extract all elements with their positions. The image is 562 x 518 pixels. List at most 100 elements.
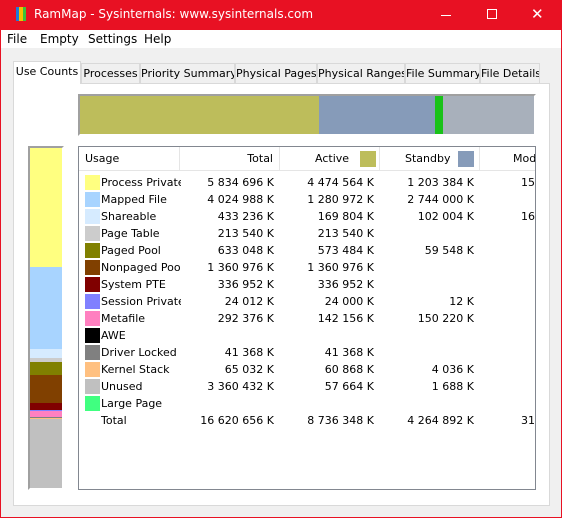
row-color-swatch bbox=[85, 209, 100, 224]
table-row[interactable]: Kernel Stack 65 032 K 60 868 K 4 036 K bbox=[79, 361, 535, 378]
table-row[interactable]: System PTE 336 952 K 336 952 K bbox=[79, 276, 535, 293]
tab-file-summary[interactable]: File Summary bbox=[405, 63, 480, 84]
row-color-swatch bbox=[85, 294, 100, 309]
row-standby-value bbox=[380, 276, 474, 293]
row-modified-value: 15 bbox=[521, 176, 535, 189]
row-modified-value bbox=[480, 378, 535, 395]
row-usage-label: Nonpaged Pool bbox=[101, 261, 181, 274]
row-active-value bbox=[280, 327, 374, 344]
minimize-icon bbox=[441, 15, 451, 16]
summary-segment-other bbox=[443, 96, 534, 134]
row-color-swatch bbox=[85, 362, 100, 377]
table-row[interactable]: Metafile 292 376 K 142 156 K 150 220 K bbox=[79, 310, 535, 327]
summary-segment-active bbox=[80, 96, 319, 134]
row-total-value: 433 236 K bbox=[217, 210, 274, 223]
row-total-value: 3 360 432 K bbox=[207, 380, 274, 393]
table-row[interactable]: Session Private 24 012 K 24 000 K 12 K bbox=[79, 293, 535, 310]
tab-processes[interactable]: Processes bbox=[81, 63, 140, 84]
row-standby-value bbox=[380, 395, 474, 412]
tab-priority-summary[interactable]: Priority Summary bbox=[140, 63, 235, 84]
row-usage-label: AWE bbox=[101, 329, 126, 342]
tab-file-details[interactable]: File Details bbox=[480, 63, 540, 84]
menu-bar: File Empty Settings Help bbox=[1, 30, 561, 49]
table-row[interactable]: Process Private 5 834 696 K 4 474 564 K 1 2… bbox=[79, 174, 535, 191]
row-active-value: 142 156 K bbox=[317, 312, 374, 325]
row-usage-label: Driver Locked bbox=[101, 346, 177, 359]
row-usage-label: Shareable bbox=[101, 210, 157, 223]
minimize-button[interactable] bbox=[423, 1, 469, 30]
window-title: RamMap - Sysinternals: www.sysinternals.… bbox=[34, 7, 314, 21]
menu-empty[interactable]: Empty bbox=[40, 32, 79, 46]
row-active-value: 57 664 K bbox=[324, 380, 374, 393]
row-usage-label: Metafile bbox=[101, 312, 146, 325]
row-standby-value: 102 004 K bbox=[417, 210, 474, 223]
row-total-value bbox=[180, 395, 274, 412]
table-row[interactable]: Total 16 620 656 K 8 736 348 K 4 264 892 K 3… bbox=[79, 412, 535, 429]
row-standby-value bbox=[380, 344, 474, 361]
row-standby-value bbox=[380, 327, 474, 344]
list-header: Usage Total Active Standby Modifie bbox=[79, 147, 535, 171]
tab-physical-pages[interactable]: Physical Pages bbox=[235, 63, 317, 84]
row-usage-label: Page Table bbox=[101, 227, 160, 240]
use-counts-panel: Usage Total Active Standby Modifie Proce… bbox=[13, 83, 550, 506]
use-counts-list[interactable]: Usage Total Active Standby Modifie Proce… bbox=[78, 146, 536, 490]
column-active-header[interactable]: Active bbox=[280, 147, 380, 171]
row-active-value: 1 280 972 K bbox=[307, 193, 374, 206]
column-usage[interactable]: Usage bbox=[79, 147, 180, 171]
row-standby-value bbox=[380, 225, 474, 242]
tab-physical-ranges[interactable]: Physical Ranges bbox=[317, 63, 405, 84]
row-color-swatch bbox=[85, 260, 100, 275]
table-row[interactable]: Large Page bbox=[79, 395, 535, 412]
close-icon: ✕ bbox=[531, 5, 544, 23]
menu-help[interactable]: Help bbox=[144, 32, 171, 46]
row-active-value: 60 868 K bbox=[324, 363, 374, 376]
row-usage-label: Unused bbox=[101, 380, 143, 393]
row-modified-value: 16 bbox=[521, 210, 535, 223]
vbar-segment bbox=[30, 375, 62, 403]
row-modified-value bbox=[480, 293, 535, 310]
row-total-value: 4 024 988 K bbox=[207, 193, 274, 206]
summary-segment-modified bbox=[435, 96, 443, 134]
row-modified-value bbox=[480, 361, 535, 378]
column-standby-header[interactable]: Standby bbox=[380, 147, 480, 171]
table-row[interactable]: Paged Pool 633 048 K 573 484 K 59 548 K bbox=[79, 242, 535, 259]
row-total-value: 16 620 656 K bbox=[200, 414, 274, 427]
row-color-swatch bbox=[85, 328, 100, 343]
table-row[interactable]: Driver Locked 41 368 K 41 368 K bbox=[79, 344, 535, 361]
vbar-segment bbox=[30, 403, 62, 410]
row-modified-value bbox=[480, 225, 535, 242]
row-active-value: 336 952 K bbox=[317, 278, 374, 291]
row-active-value bbox=[280, 395, 374, 412]
row-standby-value: 150 220 K bbox=[417, 312, 474, 325]
memory-summary-bar bbox=[78, 94, 536, 136]
table-row[interactable]: Mapped File 4 024 988 K 1 280 972 K 2 744 0… bbox=[79, 191, 535, 208]
title-bar[interactable]: RamMap - Sysinternals: www.sysinternals.… bbox=[1, 1, 561, 30]
row-total-value: 24 012 K bbox=[224, 295, 274, 308]
table-row[interactable]: Page Table 213 540 K 213 540 K bbox=[79, 225, 535, 242]
row-total-value: 5 834 696 K bbox=[207, 176, 274, 189]
table-row[interactable]: Nonpaged Pool 1 360 976 K 1 360 976 K bbox=[79, 259, 535, 276]
tab-use-counts[interactable]: Use Counts bbox=[13, 61, 81, 84]
table-row[interactable]: AWE bbox=[79, 327, 535, 344]
table-row[interactable]: Shareable 433 236 K 169 804 K 102 004 K 16 bbox=[79, 208, 535, 225]
standby-legend-swatch bbox=[458, 151, 474, 167]
maximize-button[interactable] bbox=[469, 1, 515, 30]
column-modified[interactable]: Modifie bbox=[480, 147, 535, 171]
row-modified-value bbox=[480, 191, 535, 208]
table-row[interactable]: Unused 3 360 432 K 57 664 K 1 688 K bbox=[79, 378, 535, 395]
row-usage-label: Session Private bbox=[101, 295, 181, 308]
rammap-window: RamMap - Sysinternals: www.sysinternals.… bbox=[0, 0, 562, 518]
row-color-swatch bbox=[85, 175, 100, 190]
row-color-swatch bbox=[85, 243, 100, 258]
row-standby-value: 1 203 384 K bbox=[407, 176, 474, 189]
close-button[interactable]: ✕ bbox=[515, 1, 561, 30]
column-total[interactable]: Total bbox=[180, 147, 280, 171]
menu-file[interactable]: File bbox=[7, 32, 27, 46]
row-total-value: 41 368 K bbox=[224, 346, 274, 359]
row-active-value: 1 360 976 K bbox=[307, 261, 374, 274]
rammap-app-icon bbox=[12, 7, 26, 21]
row-usage-label: Process Private bbox=[101, 176, 181, 189]
row-standby-value: 1 688 K bbox=[431, 380, 474, 393]
row-usage-label: Mapped File bbox=[101, 193, 167, 206]
menu-settings[interactable]: Settings bbox=[88, 32, 137, 46]
